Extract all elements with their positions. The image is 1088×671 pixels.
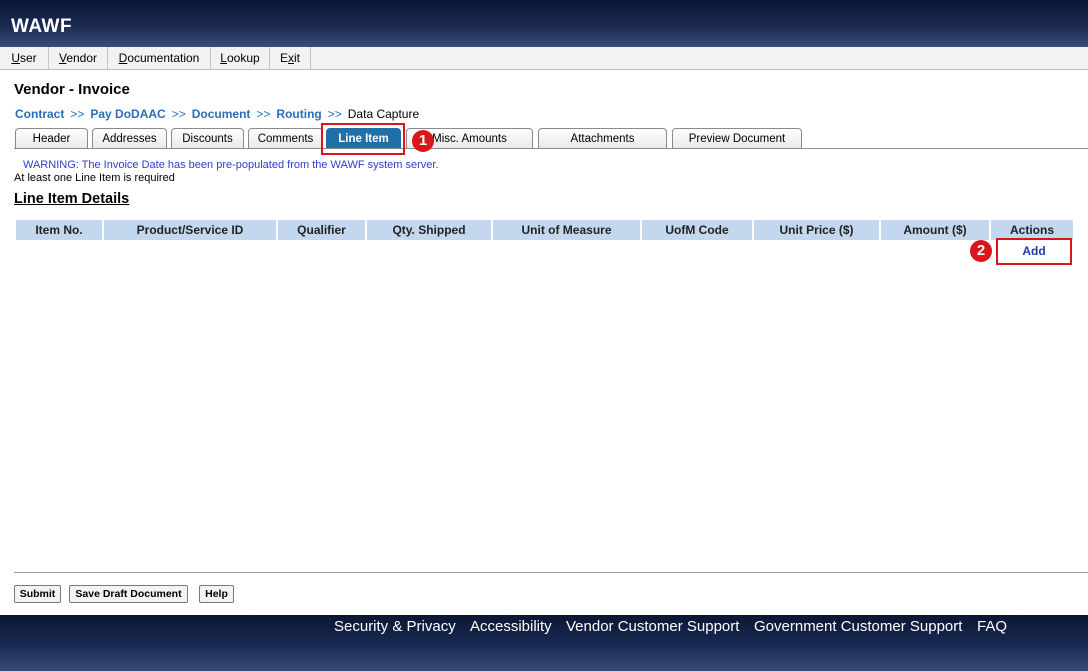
breadcrumb-separator: >>: [70, 107, 85, 121]
menu-user[interactable]: User: [0, 47, 49, 69]
page-title: Vendor - Invoice: [14, 81, 130, 98]
column-header-product-service-id: Product/Service ID: [104, 220, 276, 240]
breadcrumb-contract[interactable]: Contract: [15, 107, 64, 121]
breadcrumb-routing[interactable]: Routing: [276, 107, 321, 121]
column-header-unit-of-measure: Unit of Measure: [493, 220, 640, 240]
breadcrumb-separator: >>: [327, 107, 342, 121]
column-header-qty-shipped: Qty. Shipped: [367, 220, 491, 240]
save-draft-button[interactable]: Save Draft Document: [69, 585, 188, 603]
menu-bar: User Vendor Documentation Lookup Exit: [0, 47, 1088, 70]
column-header-uofm-code: UofM Code: [642, 220, 752, 240]
submit-button[interactable]: Submit: [14, 585, 61, 603]
tab-preview-document[interactable]: Preview Document: [672, 128, 802, 148]
menu-documentation[interactable]: Documentation: [108, 47, 211, 69]
top-banner: WAWF: [0, 0, 1088, 47]
breadcrumb-separator: >>: [256, 107, 271, 121]
tab-header[interactable]: Header: [15, 128, 88, 148]
tab-addresses[interactable]: Addresses: [92, 128, 167, 148]
help-button[interactable]: Help: [199, 585, 234, 603]
footer-link-government-support[interactable]: Government Customer Support: [754, 618, 962, 635]
menu-vendor[interactable]: Vendor: [49, 47, 108, 69]
wawf-logo: WAWF: [11, 16, 73, 37]
column-header-qualifier: Qualifier: [278, 220, 365, 240]
column-header-amount: Amount ($): [881, 220, 989, 240]
tab-divider: [14, 148, 1088, 149]
warning-message: WARNING: The Invoice Date has been pre-p…: [23, 159, 439, 171]
footer-link-security-privacy[interactable]: Security & Privacy: [334, 618, 456, 635]
tab-attachments[interactable]: Attachments: [538, 128, 667, 148]
tab-comments[interactable]: Comments: [248, 128, 323, 148]
breadcrumb-document[interactable]: Document: [192, 107, 251, 121]
menu-lookup[interactable]: Lookup: [211, 47, 270, 69]
footer-link-accessibility[interactable]: Accessibility: [470, 618, 552, 635]
required-message: At least one Line Item is required: [14, 172, 175, 184]
footer-link-vendor-support[interactable]: Vendor Customer Support: [566, 618, 739, 635]
tab-discounts[interactable]: Discounts: [171, 128, 244, 148]
menu-exit[interactable]: Exit: [270, 47, 311, 69]
column-header-item-no: Item No.: [16, 220, 102, 240]
breadcrumb-separator: >>: [171, 107, 186, 121]
column-header-unit-price: Unit Price ($): [754, 220, 879, 240]
annotation-box-add: [996, 238, 1072, 265]
breadcrumb-current: Data Capture: [347, 107, 420, 121]
annotation-badge-2: 2: [970, 240, 992, 262]
annotation-box-line-item: [321, 123, 405, 155]
annotation-badge-1: 1: [412, 130, 434, 152]
bottom-divider: [14, 572, 1088, 573]
footer-link-faq[interactable]: FAQ: [977, 618, 1007, 635]
breadcrumb-pay-dodaac[interactable]: Pay DoDAAC: [90, 107, 165, 121]
breadcrumb: Contract >> Pay DoDAAC >> Document >> Routing >…: [15, 107, 419, 121]
section-title: Line Item Details: [14, 191, 130, 207]
column-header-actions: Actions: [991, 220, 1073, 240]
